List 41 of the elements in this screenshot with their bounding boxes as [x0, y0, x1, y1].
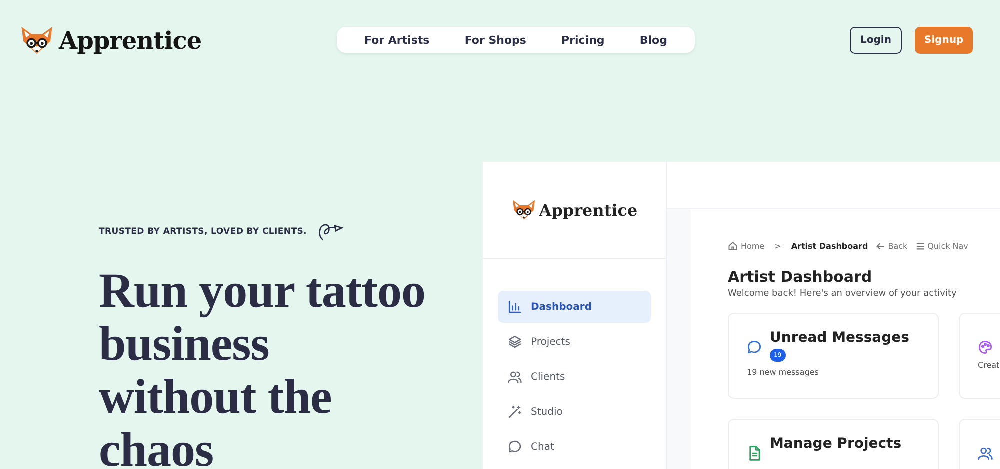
breadcrumb-separator: > [774, 242, 782, 250]
back-link[interactable]: Back [876, 242, 908, 250]
headline: Run your tattoo business without the chaos [99, 264, 426, 469]
fox-logo-icon [19, 24, 55, 56]
tagline: TRUSTED BY ARTISTS, LOVED BY CLIENTS. [99, 227, 307, 237]
breadcrumb-link[interactable]: Home [728, 241, 765, 251]
nav-link[interactable]: Blog [640, 34, 668, 46]
logo-text: Apprentice [59, 26, 202, 54]
page-title: Artist Dashboard [728, 268, 874, 286]
quick-nav-link[interactable]: Quick Nav [916, 242, 968, 250]
login-button[interactable]: Login [850, 26, 902, 54]
sidebar-item[interactable]: Chat [498, 431, 651, 463]
sidebar-item[interactable]: Dashboard [498, 291, 651, 323]
back-arrow-icon [876, 242, 886, 250]
magic-wand-icon [508, 405, 522, 419]
fox-logo-icon [511, 199, 538, 221]
sidebar-item[interactable]: Studio [498, 396, 651, 428]
home-icon [728, 241, 738, 251]
sidebar-item[interactable]: Clients [498, 361, 651, 393]
document-icon [747, 446, 762, 461]
sidebar-item[interactable]: Projects [498, 326, 651, 358]
nav-link[interactable]: For Artists [364, 34, 430, 46]
nav-link[interactable]: Pricing [562, 34, 605, 46]
stat-card[interactable]: Creat [959, 313, 1000, 399]
people-icon [978, 446, 993, 461]
bar-chart-icon [508, 300, 522, 314]
palette-icon [978, 340, 993, 355]
nav-link[interactable]: For Shops [464, 34, 526, 46]
card-title: Manage Projects [770, 436, 902, 452]
chat-bubble-icon [508, 440, 522, 454]
logo-text: Apprentice [539, 200, 638, 220]
card-note: Creat [978, 361, 1000, 370]
stat-card[interactable]: Manage Projects [728, 419, 939, 469]
card-note: 19 new messages [747, 368, 820, 377]
people-icon [508, 370, 522, 384]
card-title: Unread Messages [770, 330, 910, 346]
menu-icon [916, 242, 925, 250]
breadcrumb-current: Artist Dashboard [791, 242, 868, 250]
page-subtitle: Welcome back! Here's an overview of your activity [728, 289, 958, 299]
chat-bubble-icon [747, 340, 762, 355]
layers-icon [508, 335, 522, 349]
